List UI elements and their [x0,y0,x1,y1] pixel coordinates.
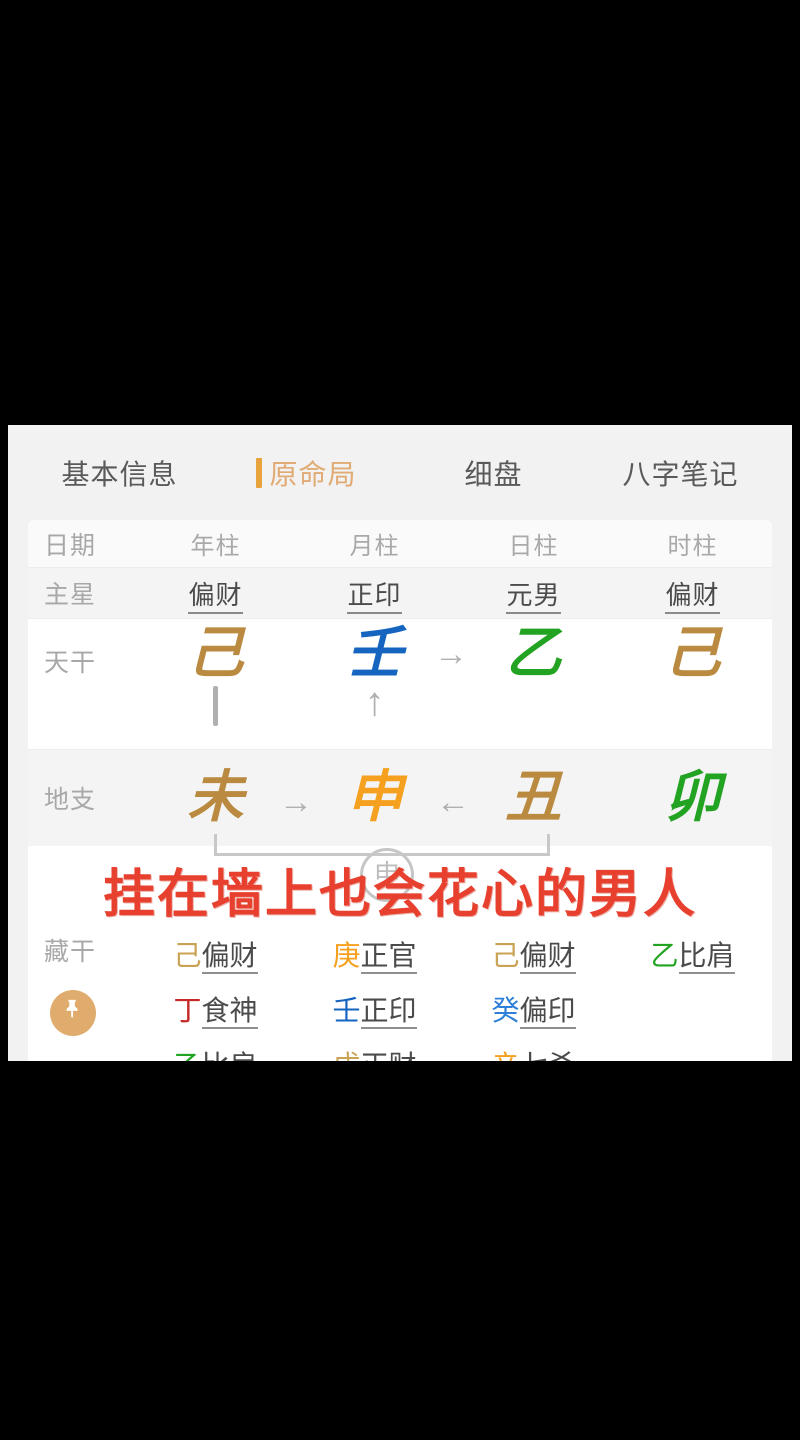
branch-char: 申 [346,764,403,830]
tab-label: 细盘 [464,458,523,490]
hidden-stem-item[interactable]: 己偏财 [136,934,295,974]
tab-bazi-notes[interactable]: 八字笔记 [587,453,774,493]
earthly-branch-day[interactable]: 丑 ← [436,764,613,830]
hidden-stems-row: 藏干 己偏财 丁食神 乙比肩 [28,932,772,1061]
hidden-stem-item[interactable]: 庚正官 [295,934,454,974]
hidden-stems-hour: 乙比肩 [613,932,772,1061]
hidden-stem-item[interactable]: 乙比肩 [136,1044,295,1061]
hidden-stems-day: 己偏财 癸偏印 辛七杀 [454,932,613,1061]
tab-bar: 基本信息 原命局 细盘 八字笔记 [8,425,792,520]
hidden-stem-char: 乙 [650,940,679,971]
overlay-caption: 挂在墙上也会花心的男人 [102,866,697,924]
row-label-earthly-branch: 地支 [44,786,97,814]
branch-char: 丑 [505,764,562,830]
branch-char: 未 [187,764,244,830]
hidden-stem-star: 正印 [360,995,417,1029]
column-header-year: 年柱 [190,533,241,560]
hidden-stems-year: 己偏财 丁食神 乙比肩 [136,932,295,1061]
hidden-stems-month: 庚正官 壬正印 戊正财 [295,932,454,1061]
earthly-branch-month[interactable]: 申 [295,764,454,830]
up-arrow-icon: ↑ [364,679,385,724]
stem-char: 壬 [346,621,403,686]
hidden-stem-item[interactable]: 乙比肩 [613,934,772,974]
stem-link-line [213,685,218,726]
tab-original-chart[interactable]: 原命局 [213,453,400,493]
tab-label: 基本信息 [61,458,178,490]
heavenly-stem-hour[interactable]: 己 [613,619,772,684]
hidden-stem-char: 庚 [332,940,361,971]
left-arrow-icon: ← [436,782,470,821]
chart-header-row: 日期 年柱 月柱 日柱 时柱 [28,520,772,567]
hidden-stem-char: 乙 [173,1050,201,1061]
main-star-value: 正印 [347,579,402,614]
stem-char: 乙 [505,621,562,686]
hidden-stem-item[interactable]: 辛七杀 [454,1044,613,1061]
hidden-stem-star: 食神 [201,995,258,1029]
hidden-stem-char: 己 [173,940,202,971]
heavenly-stem-day[interactable]: 乙 [454,619,613,684]
hidden-stem-char: 丁 [173,995,202,1026]
heavenly-stem-row: 天干 己 壬 ↑ → 乙 己 [28,619,772,749]
column-header-month: 月柱 [349,533,400,560]
hidden-stem-star: 偏财 [519,940,576,974]
main-star-value: 偏财 [188,579,243,614]
main-star-value: 偏财 [665,579,720,614]
main-star-month[interactable]: 正印 [295,575,454,614]
hidden-stem-item[interactable]: 戊正财 [295,1044,454,1061]
column-header-hour: 时柱 [667,533,718,560]
hidden-stem-char: 癸 [491,995,520,1026]
hidden-stem-char: 壬 [332,995,361,1026]
tab-active-indicator [256,457,263,488]
column-header-day: 日柱 [508,533,559,560]
tab-detail-chart[interactable]: 细盘 [400,453,587,493]
row-label-date: 日期 [44,531,97,560]
heavenly-stem-month[interactable]: 壬 ↑ → [295,619,469,730]
hidden-stem-star: 偏印 [519,995,576,1029]
hidden-stem-item[interactable]: 己偏财 [454,934,613,974]
hidden-stem-item[interactable]: 丁食神 [136,989,295,1029]
hidden-stem-item[interactable]: 癸偏印 [454,989,613,1029]
hidden-stem-star: 正官 [360,940,417,974]
hidden-stem-item[interactable]: 壬正印 [295,989,454,1029]
hidden-stem-star: 偏财 [201,940,258,974]
tab-basic-info[interactable]: 基本信息 [26,453,213,493]
hidden-stem-char: 己 [491,940,520,971]
bazi-chart-panel: 日期 年柱 月柱 日柱 时柱 主星 偏财 正印 元男 偏财 天干 己 壬 ↑ →… [28,520,772,1061]
hidden-stem-char: 戊 [332,1050,360,1061]
hidden-stem-star: 正财 [360,1050,417,1061]
hidden-stem-star: 比肩 [678,940,735,974]
pin-icon[interactable] [50,990,96,1036]
row-label-heavenly-stem: 天干 [44,649,97,677]
stem-char: 己 [187,621,244,686]
hidden-stems-label-text: 藏干 [44,938,97,966]
row-label-main-star: 主星 [44,581,97,609]
main-star-value: 元男 [506,579,561,614]
stem-char: 己 [664,621,721,686]
main-star-hour[interactable]: 偏财 [613,575,772,614]
screenshot-card: 基本信息 原命局 细盘 八字笔记 日期 年柱 月柱 日柱 时柱 主星 偏财 正印… [8,425,792,1061]
main-star-row: 主星 偏财 正印 元男 偏财 [28,568,772,618]
heavenly-stem-year[interactable]: 己 [136,619,295,726]
hidden-stem-char: 辛 [491,1050,519,1061]
earthly-branch-row: 地支 未 → 申 丑 ← 卯 [28,750,772,846]
main-star-year[interactable]: 偏财 [136,575,295,614]
main-star-day[interactable]: 元男 [454,575,613,614]
branch-char: 卯 [664,764,721,830]
overlay-band: 申 挂在墙上也会花心的男人 [28,834,772,932]
tab-label: 八字笔记 [622,458,739,490]
earthly-branch-year[interactable]: 未 → [136,764,314,830]
earthly-branch-hour[interactable]: 卯 [613,764,772,830]
hidden-stem-star: 比肩 [201,1050,258,1061]
tab-label: 原命局 [269,458,357,490]
row-label-hidden-stems: 藏干 [28,932,136,1061]
hidden-stem-star: 七杀 [519,1050,576,1061]
